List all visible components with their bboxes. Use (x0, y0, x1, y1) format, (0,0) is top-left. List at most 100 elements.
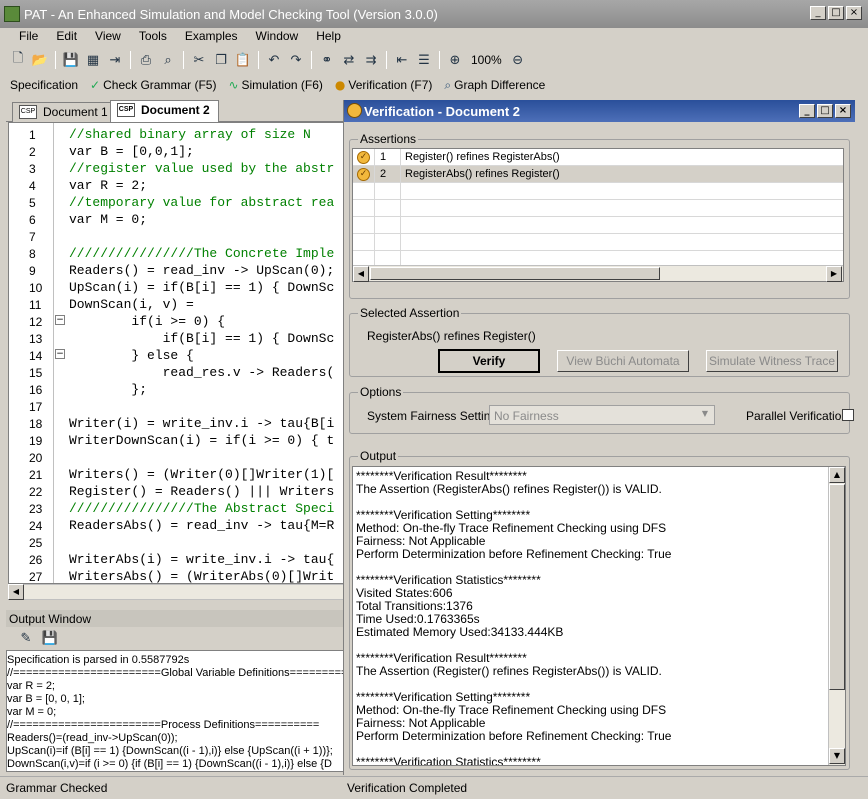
save-icon[interactable]: 💾 (61, 50, 81, 70)
output-line: DownScan(i,v)=if (i >= 0) {if (B[i] == 1… (7, 758, 332, 770)
tab-document-1[interactable]: CSP Document 1 (12, 102, 117, 122)
model-toolbar: Specification ✓ Check Grammar (F5) ∿ Simul… (6, 74, 549, 96)
copy-icon[interactable]: ❐ (211, 50, 231, 70)
cut-icon[interactable]: ✂ (189, 50, 209, 70)
menu-window[interactable]: Window (247, 28, 308, 46)
scroll-down-icon[interactable]: ▼ (829, 748, 845, 764)
verification-output-text[interactable]: ********Verification Result******** The A… (352, 466, 846, 766)
simulate-witness-trace-button[interactable]: Simulate Witness Trace (706, 350, 838, 372)
code-line[interactable]: 1 //shared binary array of size N (9, 126, 343, 143)
code-line[interactable]: 24 ReadersAbs() = read_inv -> tau{M=R (9, 517, 343, 534)
line-number: 1 (29, 128, 36, 142)
code-line[interactable]: 21 Writers() = (Writer(0)[]Writer(1)[ (9, 466, 343, 483)
maximize-button[interactable]: □ (828, 6, 844, 20)
code-line[interactable]: 19 WriterDownScan(i) = if(i >= 0) { t (9, 432, 343, 449)
options-label: Options (358, 385, 404, 399)
export-icon[interactable]: ⇥ (105, 50, 125, 70)
code-line[interactable]: 23 ////////////////The Abstract Speci (9, 500, 343, 517)
scroll-thumb[interactable] (829, 484, 845, 690)
output-vertical-scrollbar[interactable]: ▲ ▼ (828, 467, 845, 765)
tab-document-2[interactable]: CSP Document 2 (110, 100, 219, 123)
code-line[interactable]: 10 UpScan(i) = if(B[i] == 1) { DownSc (9, 279, 343, 296)
verification-maximize-button[interactable]: □ (817, 104, 833, 118)
undo-icon[interactable]: ↶ (264, 50, 284, 70)
parallel-verification-checkbox[interactable] (842, 409, 854, 421)
check-grammar-button[interactable]: ✓ Check Grammar (F5) (86, 78, 220, 92)
menu-view[interactable]: View (86, 28, 130, 46)
outdent-icon[interactable]: ☰ (414, 50, 434, 70)
print-preview-icon[interactable]: ⌕ (158, 50, 178, 70)
scroll-left-icon[interactable]: ◀ (8, 584, 24, 600)
code-line[interactable]: 16 }; (9, 381, 343, 398)
simulation-button[interactable]: ∿ Simulation (F6) (224, 78, 326, 92)
editor-horizontal-scrollbar[interactable]: ◀ (8, 584, 344, 600)
open-folder-icon[interactable]: 📂 (30, 50, 50, 70)
code-line[interactable]: 26 WriterAbs(i) = write_inv.i -> tau{ (9, 551, 343, 568)
find-icon[interactable]: ⚭ (317, 50, 337, 70)
output-window-text[interactable]: Specification is parsed in 0.5587792s//=… (6, 650, 344, 772)
assertion-row[interactable]: ✓ 1 Register() refines RegisterAbs() (353, 149, 843, 166)
code-line[interactable]: 6 var M = 0; (9, 211, 343, 228)
save-output-icon[interactable]: 💾 (40, 628, 60, 648)
verification-output-line: Perform Determinization before Refinemen… (356, 729, 672, 743)
scroll-right-icon[interactable]: ▶ (826, 266, 842, 282)
paste-icon[interactable]: 📋 (233, 50, 253, 70)
save-all-icon[interactable]: ▦ (83, 50, 103, 70)
code-line[interactable]: 8 ////////////////The Concrete Imple (9, 245, 343, 262)
code-line[interactable]: 13 if(B[i] == 1) { DownSc (9, 330, 343, 347)
assertion-row-selected[interactable]: ✓ 2 RegisterAbs() refines Register() (353, 166, 843, 183)
output-line: var M = 0; (7, 706, 57, 718)
close-button[interactable]: × (846, 6, 862, 20)
menu-examples[interactable]: Examples (176, 28, 247, 46)
code-line[interactable]: 27 WritersAbs() = (WriterAbs(0)[]Writ (9, 568, 343, 583)
code-line[interactable]: 17 (9, 398, 343, 415)
fold-toggle-icon[interactable]: − (55, 315, 65, 325)
verification-minimize-button[interactable]: _ (799, 104, 815, 118)
clear-output-icon[interactable]: ✎ (16, 628, 36, 648)
code-line[interactable]: 9 Readers() = read_inv -> UpScan(0); (9, 262, 343, 279)
code-line[interactable]: 20 (9, 449, 343, 466)
scroll-thumb[interactable] (370, 267, 660, 280)
menu-help[interactable]: Help (307, 28, 350, 46)
zoom-out-icon[interactable]: ⊖ (508, 50, 528, 70)
minimize-button[interactable]: _ (810, 6, 826, 20)
view-buchi-automata-button[interactable]: View Büchi Automata (557, 350, 689, 372)
code-line[interactable]: 2 var B = [0,0,1]; (9, 143, 343, 160)
line-number: 9 (29, 264, 36, 278)
fairness-select[interactable]: No Fairness ▼ (489, 405, 715, 425)
graph-difference-button[interactable]: ⌕ Graph Difference (440, 78, 549, 93)
code-line[interactable]: 25 (9, 534, 343, 551)
menu-edit[interactable]: Edit (47, 28, 86, 46)
code-line[interactable]: 5 //temporary value for abstract rea (9, 194, 343, 211)
fold-toggle-icon[interactable]: − (55, 349, 65, 359)
verification-output-line: The Assertion (RegisterAbs() refines Reg… (356, 482, 662, 496)
code-line[interactable]: 3 //register value used by the abstr (9, 160, 343, 177)
code-line[interactable]: 7 (9, 228, 343, 245)
indent-icon[interactable]: ⇤ (392, 50, 412, 70)
chevron-down-icon: ▼ (701, 409, 708, 418)
assertions-horizontal-scrollbar[interactable]: ◀ ▶ (353, 265, 843, 282)
verify-button[interactable]: Verify (438, 349, 540, 373)
zoom-in-icon[interactable]: ⊕ (445, 50, 465, 70)
code-line[interactable]: 11 DownScan(i, v) = (9, 296, 343, 313)
verification-button[interactable]: ● Verification (F7) (331, 78, 437, 92)
code-editor[interactable]: 1 //shared binary array of size N 2 var B =… (8, 122, 344, 584)
scroll-left-icon[interactable]: ◀ (353, 266, 369, 282)
code-line[interactable]: 18 Writer(i) = write_inv.i -> tau{B[i (9, 415, 343, 432)
status-left: Grammar Checked (6, 781, 108, 795)
code-line[interactable]: 15 read_res.v -> Readers( (9, 364, 343, 381)
menu-file[interactable]: File (10, 28, 47, 46)
replace-icon[interactable]: ⇄ (339, 50, 359, 70)
verification-close-button[interactable]: × (835, 104, 851, 118)
menu-tools[interactable]: Tools (130, 28, 176, 46)
scroll-up-icon[interactable]: ▲ (829, 467, 845, 483)
new-file-icon[interactable]: 🗋 (8, 50, 28, 70)
code-text: Writers() = (Writer(0)[]Writer(1)[ (69, 467, 335, 482)
find-next-icon[interactable]: ⇉ (361, 50, 381, 70)
print-icon[interactable]: ⎙ (136, 50, 156, 70)
assertions-grid: ✓ 1 Register() refines RegisterAbs() ✓ 2… (352, 148, 844, 282)
redo-icon[interactable]: ↷ (286, 50, 306, 70)
code-line[interactable]: 22 Register() = Readers() ||| Writers (9, 483, 343, 500)
code-line[interactable]: 4 var R = 2; (9, 177, 343, 194)
specification-button[interactable]: Specification (6, 78, 82, 92)
